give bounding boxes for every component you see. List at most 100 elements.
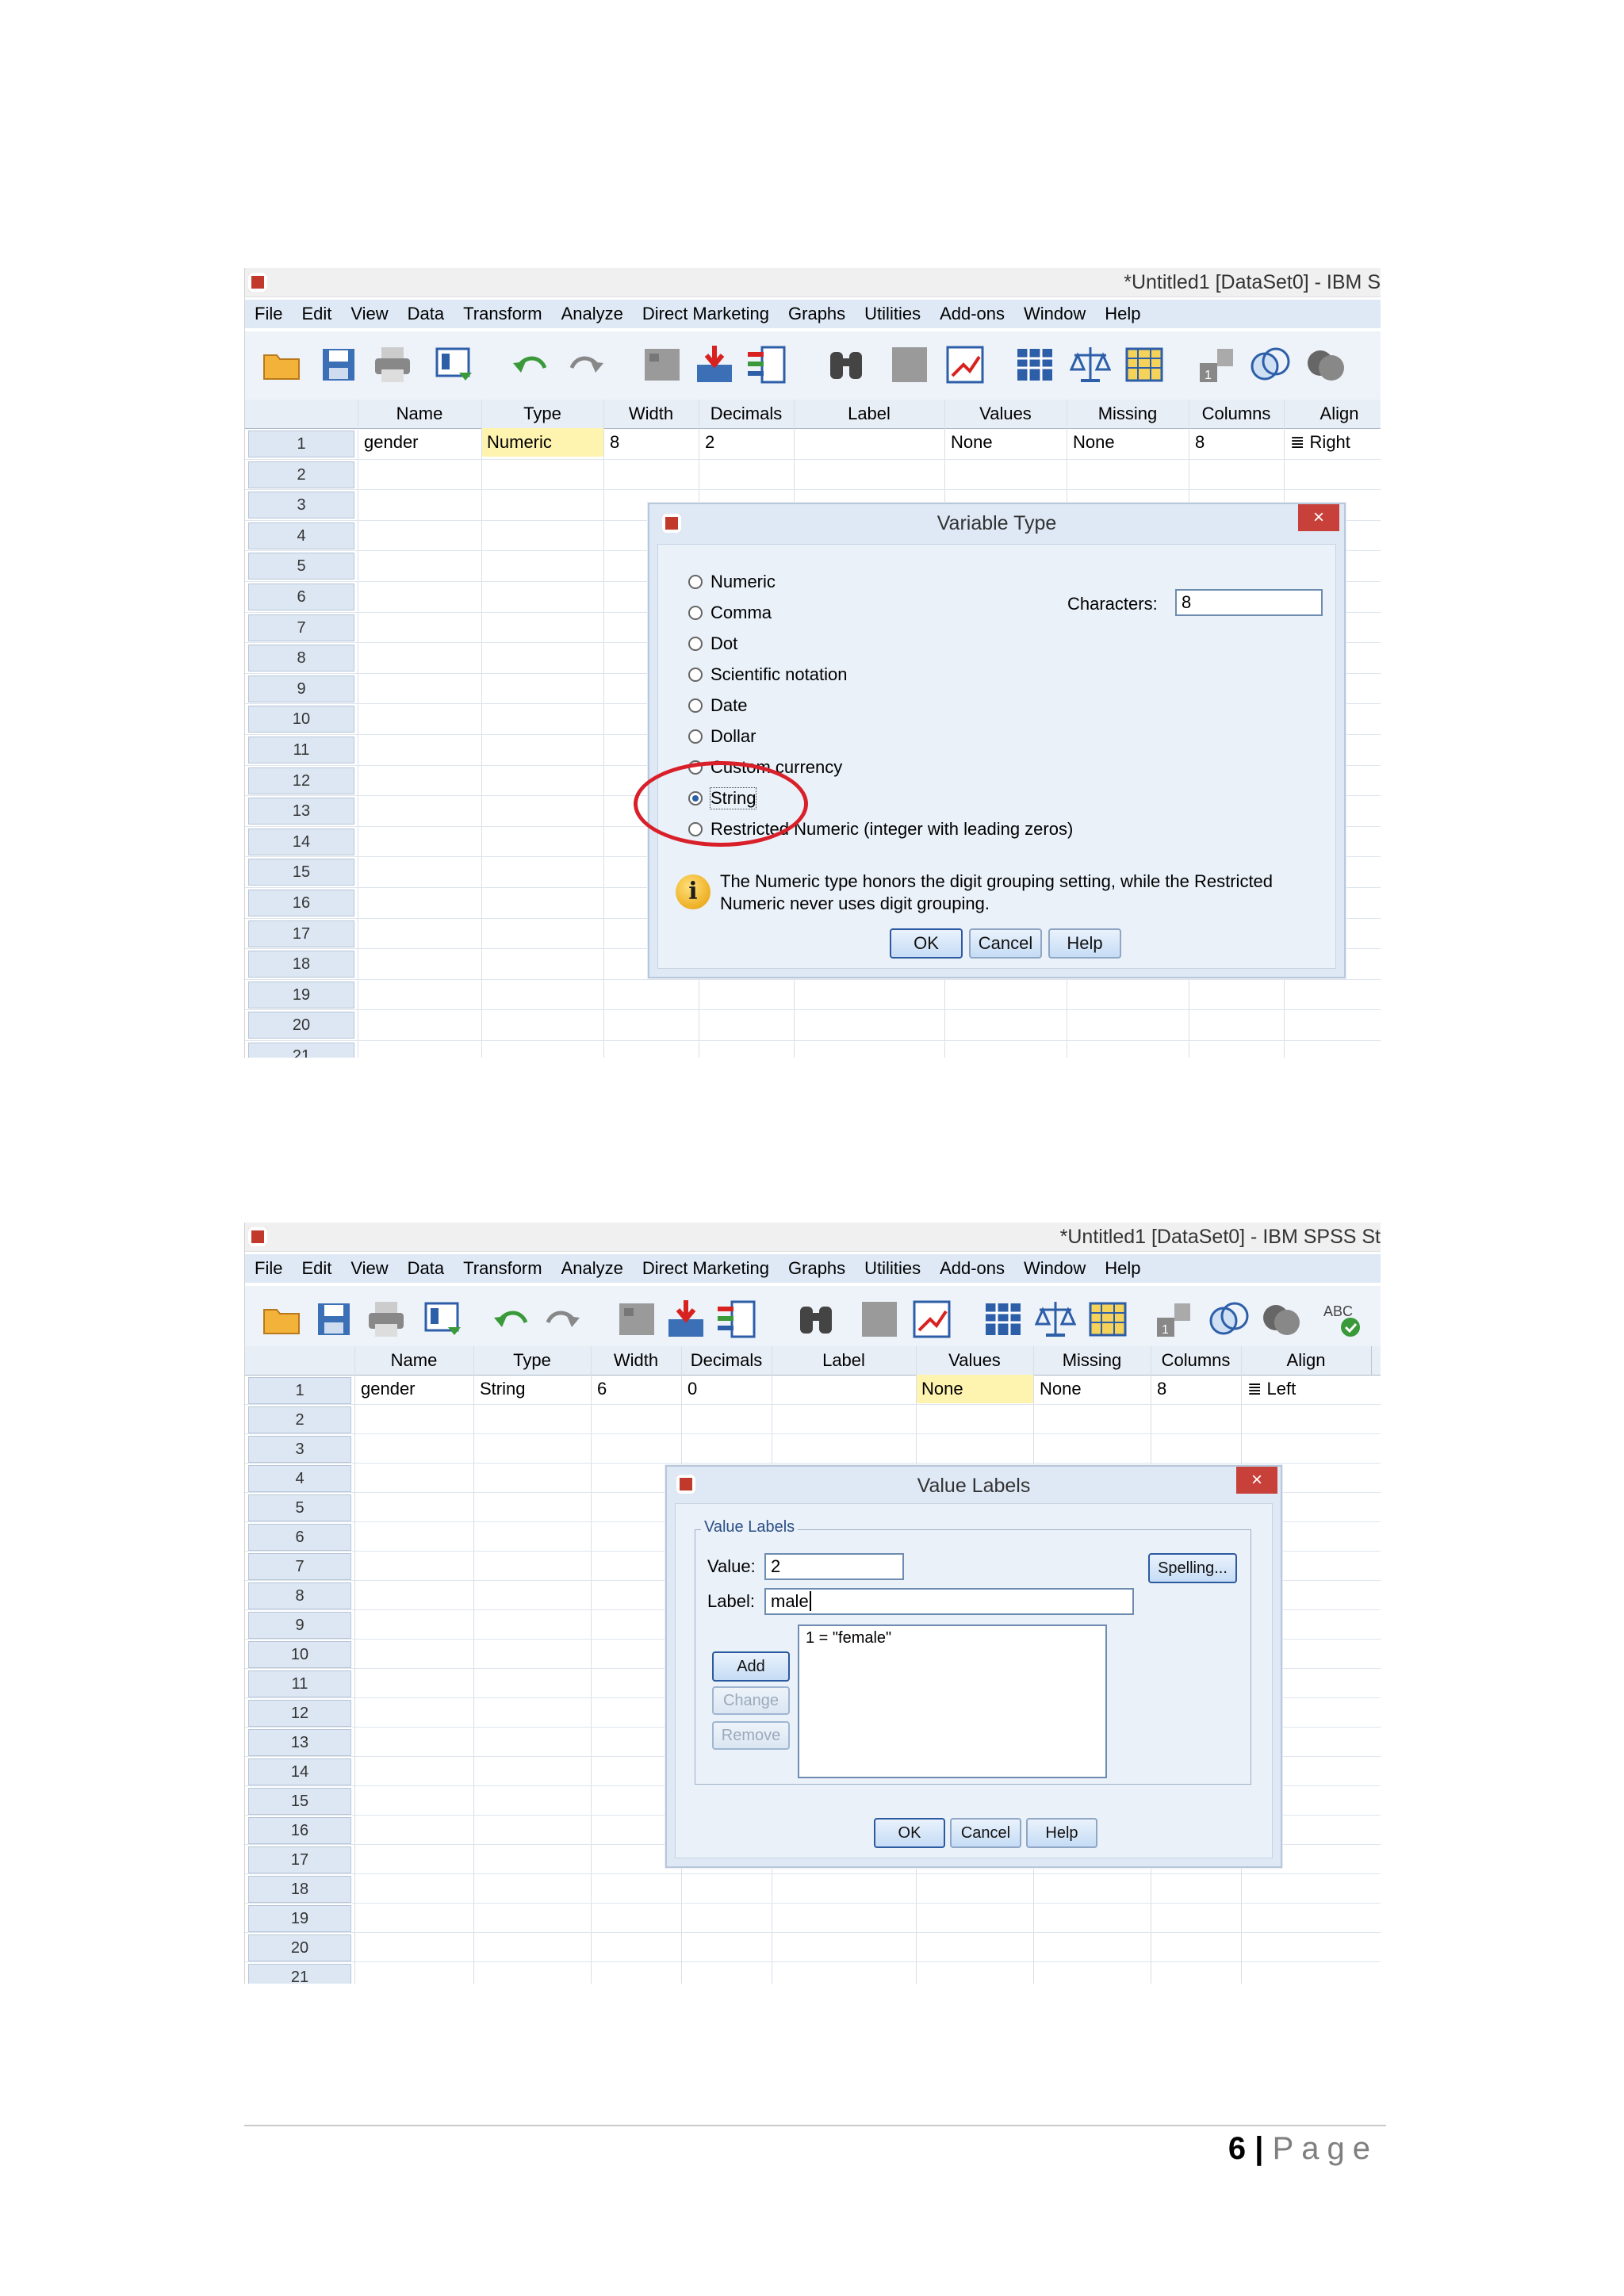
use-variable-sets-icon[interactable] xyxy=(1249,344,1290,385)
menu-data[interactable]: Data xyxy=(408,304,444,324)
row-number[interactable]: 21 xyxy=(248,1043,354,1058)
col-values[interactable]: Values xyxy=(916,1346,1034,1375)
redo-icon[interactable] xyxy=(565,344,607,385)
option-date[interactable]: Date xyxy=(688,694,747,718)
row-number[interactable]: 12 xyxy=(248,767,354,794)
add-button[interactable]: Add xyxy=(712,1651,790,1682)
save-icon[interactable] xyxy=(318,344,359,385)
row-number[interactable]: 16 xyxy=(248,1817,351,1844)
close-button[interactable]: × xyxy=(1298,504,1339,531)
print-icon[interactable] xyxy=(366,1299,407,1340)
use-variable-sets-icon[interactable] xyxy=(1208,1299,1249,1340)
spell-check-icon[interactable]: ABC xyxy=(1322,1299,1363,1340)
spelling-button[interactable]: Spelling... xyxy=(1148,1553,1237,1583)
value-labels-icon[interactable]: 1 xyxy=(1154,1299,1195,1340)
col-columns[interactable]: Columns xyxy=(1151,1346,1242,1375)
menu-data[interactable]: Data xyxy=(408,1258,444,1279)
goto-case-icon[interactable] xyxy=(616,1299,657,1340)
row-number[interactable]: 17 xyxy=(248,1846,351,1873)
menu-add-ons[interactable]: Add-ons xyxy=(940,1258,1005,1279)
print-icon[interactable] xyxy=(372,344,413,385)
menu-file[interactable]: File xyxy=(255,1258,282,1279)
radio-numeric[interactable] xyxy=(688,575,703,589)
open-folder-icon[interactable] xyxy=(261,344,302,385)
col-align[interactable]: Align xyxy=(1241,1346,1372,1375)
change-button[interactable]: Change xyxy=(712,1686,790,1715)
row-number[interactable]: 8 xyxy=(248,645,354,672)
col-type[interactable]: Type xyxy=(481,400,604,428)
show-all-variables-icon[interactable] xyxy=(1260,1299,1301,1340)
row-number[interactable]: 16 xyxy=(248,890,354,916)
row-number[interactable]: 6 xyxy=(248,584,354,610)
col-decimals[interactable]: Decimals xyxy=(681,1346,772,1375)
row-number[interactable]: 2 xyxy=(248,1406,351,1433)
option-numeric[interactable]: Numeric xyxy=(688,570,776,594)
remove-button[interactable]: Remove xyxy=(712,1721,790,1750)
row-number[interactable]: 1 xyxy=(248,1377,351,1404)
row-number[interactable]: 20 xyxy=(248,1934,351,1961)
row-number[interactable]: 11 xyxy=(248,1670,351,1697)
open-folder-icon[interactable] xyxy=(261,1299,302,1340)
row-number[interactable]: 5 xyxy=(248,1494,351,1521)
list-item[interactable]: 1 = "female" xyxy=(806,1629,891,1647)
variables-icon[interactable] xyxy=(716,1299,757,1340)
row-number[interactable]: 19 xyxy=(248,1905,351,1932)
row-number[interactable]: 3 xyxy=(248,1436,351,1463)
cell-type[interactable]: Numeric xyxy=(482,428,603,457)
select-cases-icon[interactable] xyxy=(1124,344,1165,385)
menu-transform[interactable]: Transform xyxy=(463,1258,542,1279)
menu-utilities[interactable]: Utilities xyxy=(864,1258,921,1279)
row-number[interactable]: 8 xyxy=(248,1582,351,1609)
dialog-recall-icon[interactable] xyxy=(434,344,475,385)
row-number[interactable]: 20 xyxy=(248,1012,354,1039)
row-number[interactable]: 10 xyxy=(248,1641,351,1668)
value-input[interactable]: 2 xyxy=(764,1553,904,1580)
row-number[interactable]: 3 xyxy=(248,492,354,519)
menu-view[interactable]: View xyxy=(350,1258,388,1279)
menu-analyze[interactable]: Analyze xyxy=(561,1258,623,1279)
cell-missing[interactable]: None xyxy=(1073,428,1115,457)
row-number[interactable]: 7 xyxy=(248,614,354,641)
show-all-variables-icon[interactable] xyxy=(1304,344,1346,385)
row-number[interactable]: 10 xyxy=(248,706,354,733)
weight-cases-icon[interactable] xyxy=(1035,1299,1076,1340)
radio-dollar[interactable] xyxy=(688,729,703,744)
menu-direct-marketing[interactable]: Direct Marketing xyxy=(642,1258,769,1279)
col-values[interactable]: Values xyxy=(944,400,1067,428)
find-icon[interactable] xyxy=(795,1299,837,1340)
cancel-button[interactable]: Cancel xyxy=(969,928,1042,959)
menu-window[interactable]: Window xyxy=(1024,304,1086,324)
help-button[interactable]: Help xyxy=(1026,1818,1097,1848)
menu-add-ons[interactable]: Add-ons xyxy=(940,304,1005,324)
radio-dot[interactable] xyxy=(688,637,703,651)
ok-button[interactable]: OK xyxy=(874,1818,945,1848)
radio-date[interactable] xyxy=(688,698,703,713)
row-number[interactable]: 2 xyxy=(248,461,354,488)
row-number[interactable]: 5 xyxy=(248,553,354,580)
goto-variable-icon[interactable] xyxy=(665,1299,707,1340)
menu-window[interactable]: Window xyxy=(1024,1258,1086,1279)
row-number[interactable]: 9 xyxy=(248,675,354,702)
save-icon[interactable] xyxy=(313,1299,354,1340)
row-number[interactable]: 9 xyxy=(248,1612,351,1639)
col-columns[interactable]: Columns xyxy=(1189,400,1285,428)
cancel-button[interactable]: Cancel xyxy=(950,1818,1021,1848)
cell-name[interactable]: gender xyxy=(364,428,419,457)
menu-direct-marketing[interactable]: Direct Marketing xyxy=(642,304,769,324)
row-number[interactable]: 4 xyxy=(248,522,354,549)
goto-case-icon[interactable] xyxy=(642,344,683,385)
col-type[interactable]: Type xyxy=(473,1346,592,1375)
menu-edit[interactable]: Edit xyxy=(301,1258,331,1279)
row-number[interactable]: 12 xyxy=(248,1700,351,1727)
menu-help[interactable]: Help xyxy=(1105,1258,1140,1279)
redo-icon[interactable] xyxy=(542,1299,583,1340)
col-label[interactable]: Label xyxy=(772,1346,917,1375)
menu-help[interactable]: Help xyxy=(1105,304,1140,324)
cell-columns[interactable]: 8 xyxy=(1157,1375,1166,1403)
option-dot[interactable]: Dot xyxy=(688,632,737,656)
cell-width[interactable]: 6 xyxy=(597,1375,607,1403)
cell-type[interactable]: String xyxy=(480,1375,525,1403)
menu-view[interactable]: View xyxy=(350,304,388,324)
value-labels-icon[interactable]: 1 xyxy=(1197,344,1238,385)
undo-icon[interactable] xyxy=(491,1299,532,1340)
